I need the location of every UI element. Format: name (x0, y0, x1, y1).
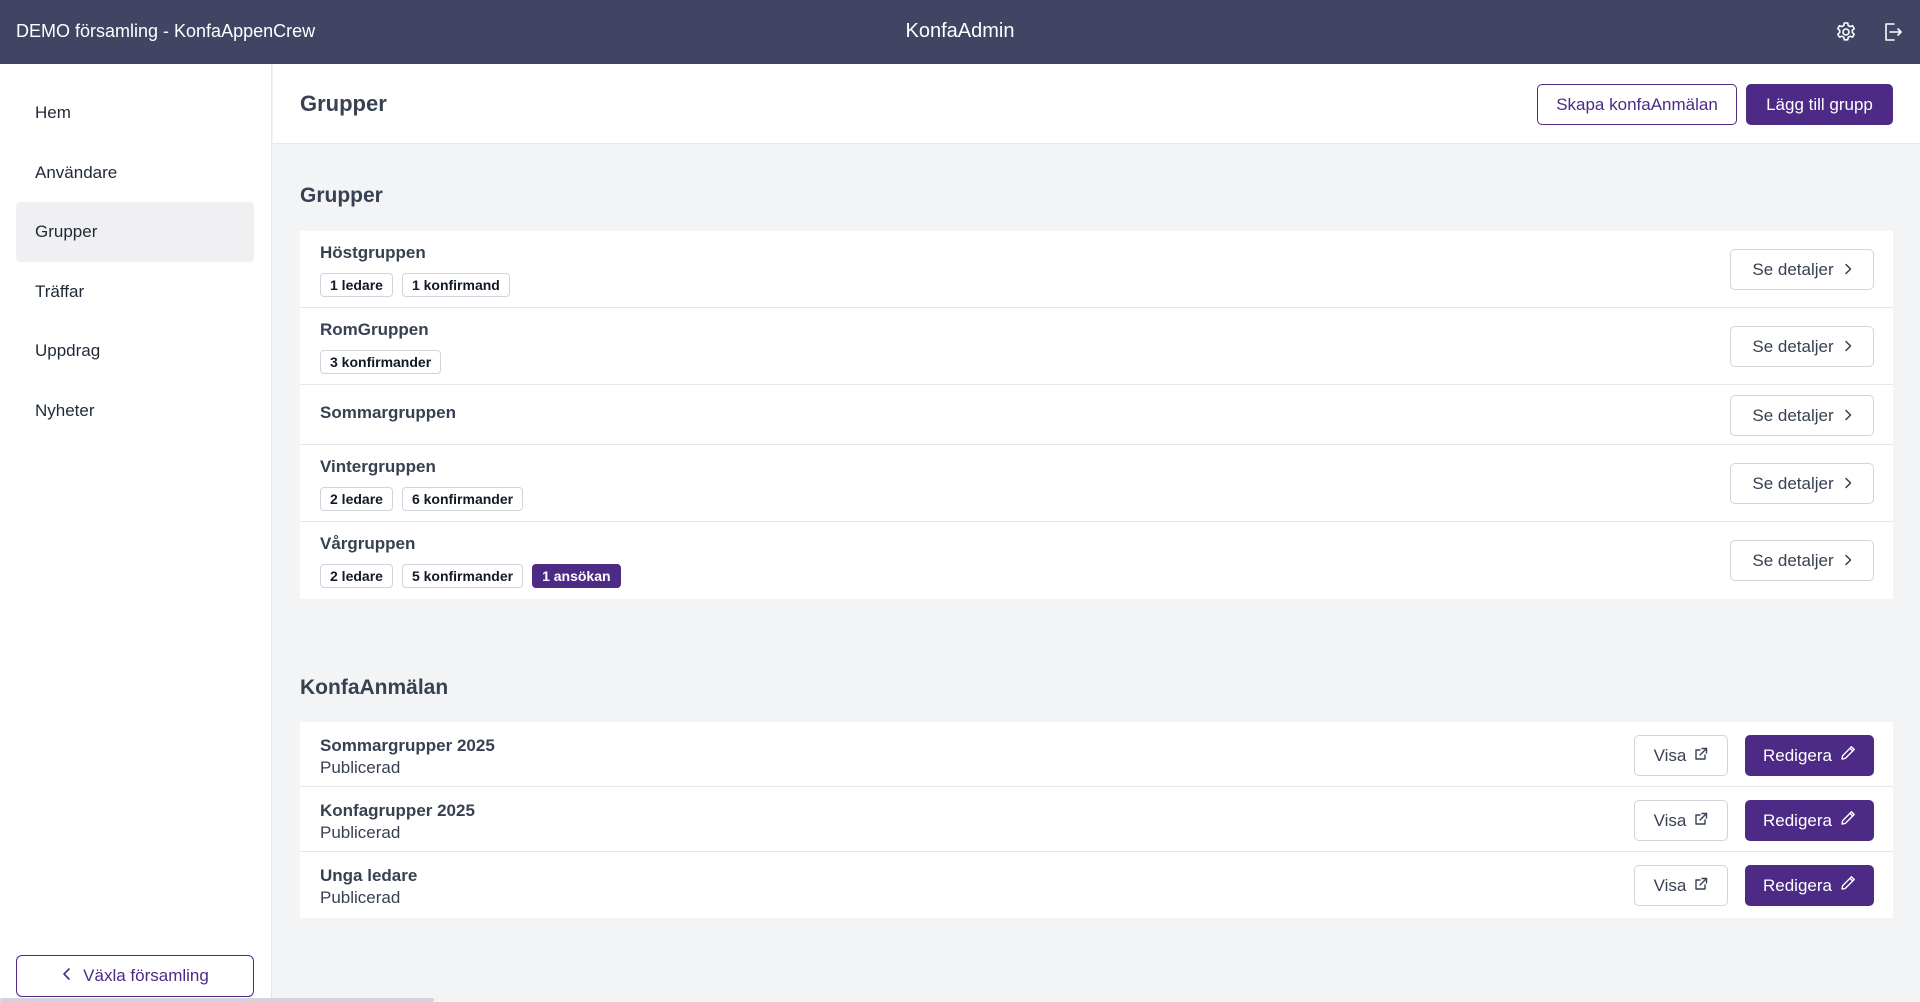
edit-button[interactable]: Redigera (1745, 865, 1874, 906)
view-label: Visa (1653, 875, 1687, 895)
badge-confirmands: 6 konfirmander (401, 487, 524, 511)
anmalan-name: Konfagrupper 2025 (320, 801, 475, 820)
group-row: RomGruppen 3 konfirmander Se detaljer (300, 308, 1893, 385)
badge-applications: 1 ansökan (532, 564, 621, 588)
anmalan-row: Unga ledare Publicerad Visa Redigera (300, 852, 1893, 918)
group-row: Sommargruppen Se detaljer (300, 385, 1893, 445)
badge-confirmands: 5 konfirmander (401, 564, 524, 588)
see-details-button[interactable]: Se detaljer (1730, 249, 1874, 290)
see-details-button[interactable]: Se detaljer (1730, 395, 1874, 436)
see-details-button[interactable]: Se detaljer (1730, 463, 1874, 504)
page-title: Grupper (300, 91, 387, 116)
top-bar: DEMO församling - KonfaAppenCrew KonfaAd… (0, 0, 1920, 64)
group-name: RomGruppen (320, 320, 429, 339)
badge-confirmands: 3 konfirmander (320, 350, 442, 374)
anmalan-status: Publicerad (320, 888, 401, 907)
group-name: Sommargruppen (320, 403, 457, 422)
group-name: Vintergruppen (320, 457, 436, 476)
group-row: Vintergruppen 2 ledare 6 konfirmander Se… (300, 445, 1893, 522)
add-group-button[interactable]: Lägg till grupp (1746, 84, 1893, 125)
view-button[interactable]: Visa (1634, 800, 1728, 841)
external-link-icon (1694, 746, 1708, 766)
edit-label: Redigera (1763, 745, 1832, 765)
logout-icon[interactable] (1878, 18, 1906, 46)
badge-leaders: 2 ledare (320, 487, 393, 511)
pencil-icon (1840, 810, 1856, 831)
groups-card: Höstgruppen 1 ledare 1 konfirmand Se det… (300, 231, 1893, 599)
chevron-right-icon (1844, 551, 1852, 571)
chevron-right-icon (1844, 337, 1852, 357)
group-row: Höstgruppen 1 ledare 1 konfirmand Se det… (300, 231, 1893, 308)
page-header: Grupper Skapa konfaAnmälan Lägg till gru… (273, 64, 1920, 144)
see-details-button[interactable]: Se detaljer (1730, 326, 1874, 367)
konfaanmalan-card: Sommargrupper 2025 Publicerad Visa Redig… (300, 722, 1893, 918)
anmalan-status: Publicerad (320, 823, 401, 842)
add-group-label: Lägg till grupp (1766, 94, 1873, 114)
badge-leaders: 2 ledare (320, 564, 393, 588)
anmalan-row: Konfagrupper 2025 Publicerad Visa Redige… (300, 787, 1893, 852)
switch-parish-button[interactable]: Växla församling (16, 955, 254, 997)
edit-button[interactable]: Redigera (1745, 735, 1874, 776)
group-name: Höstgruppen (320, 243, 426, 262)
organization-title: DEMO församling - KonfaAppenCrew (16, 21, 316, 41)
badge-leaders: 1 ledare (320, 273, 393, 297)
group-row: Vårgruppen 2 ledare 5 konfirmander 1 ans… (300, 522, 1893, 599)
badge-confirmands: 1 konfirmand (401, 273, 510, 297)
see-details-label: Se detaljer (1752, 336, 1834, 356)
sidebar-item-nyheter[interactable]: Nyheter (16, 381, 254, 441)
switch-parish-label: Växla församling (83, 966, 209, 985)
sidebar-item-uppdrag[interactable]: Uppdrag (16, 321, 254, 381)
sidebar: Hem Användare Grupper Träffar Uppdrag Ny… (0, 64, 434, 1002)
see-details-label: Se detaljer (1752, 550, 1834, 570)
sidebar-item-traffar[interactable]: Träffar (16, 262, 254, 322)
view-button[interactable]: Visa (1634, 735, 1728, 776)
see-details-label: Se detaljer (1752, 405, 1834, 425)
create-konfaanmalan-label: Skapa konfaAnmälan (1556, 94, 1718, 114)
groups-section-title: Grupper (300, 184, 383, 207)
anmalan-name: Unga ledare (320, 866, 418, 885)
view-label: Visa (1653, 745, 1687, 765)
chevron-right-icon (1844, 260, 1852, 280)
konfaanmalan-section-title: KonfaAnmälan (300, 676, 449, 699)
see-details-button[interactable]: Se detaljer (1730, 540, 1874, 581)
create-konfaanmalan-button[interactable]: Skapa konfaAnmälan (1537, 84, 1737, 125)
group-name: Vårgruppen (320, 534, 416, 553)
view-button[interactable]: Visa (1634, 865, 1728, 906)
anmalan-name: Sommargrupper 2025 (320, 736, 495, 755)
see-details-label: Se detaljer (1752, 473, 1834, 493)
view-label: Visa (1653, 810, 1687, 830)
anmalan-status: Publicerad (320, 758, 401, 777)
external-link-icon (1694, 811, 1708, 831)
gear-icon[interactable] (1832, 18, 1860, 46)
anmalan-row: Sommargrupper 2025 Publicerad Visa Redig… (300, 722, 1893, 787)
chevron-right-icon (1844, 474, 1852, 494)
edit-label: Redigera (1763, 810, 1832, 830)
pencil-icon (1840, 745, 1856, 766)
sidebar-item-grupper[interactable]: Grupper (16, 202, 254, 262)
sidebar-item-anvandare[interactable]: Användare (16, 143, 254, 203)
horizontal-scrollbar[interactable] (0, 998, 434, 1002)
chevron-left-icon (61, 966, 73, 986)
edit-label: Redigera (1763, 875, 1832, 895)
sidebar-item-hem[interactable]: Hem (16, 83, 254, 143)
pencil-icon (1840, 875, 1856, 896)
edit-button[interactable]: Redigera (1745, 800, 1874, 841)
chevron-right-icon (1844, 406, 1852, 426)
see-details-label: Se detaljer (1752, 259, 1834, 279)
external-link-icon (1694, 876, 1708, 896)
